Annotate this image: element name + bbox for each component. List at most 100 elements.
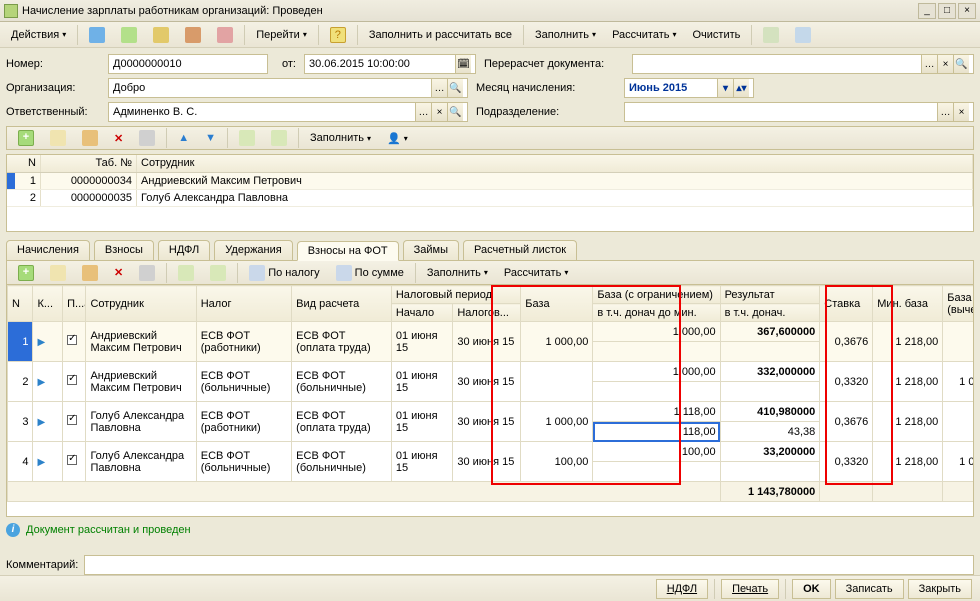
copy-row-icon[interactable] [43,263,73,283]
select-icon[interactable]: … [431,79,447,97]
tb-icon-3[interactable] [146,25,176,45]
help-button[interactable]: ? [323,25,353,45]
dropdown-icon[interactable]: ▾ [717,79,733,97]
col-donach[interactable]: в т.ч. донач до мин. [593,304,720,322]
col-start[interactable]: Начало [391,304,453,322]
col-result[interactable]: Результат [720,286,820,304]
col-p[interactable]: П...а... [63,286,86,322]
ndfl-button[interactable]: НДФЛ [656,579,708,599]
add-row-icon[interactable]: + [11,128,41,148]
refresh-icon[interactable] [132,263,162,283]
maximize-button[interactable]: □ [938,3,956,19]
delete-row-icon[interactable]: ✕ [107,263,130,283]
grid-fill-menu[interactable]: Заполнить▾ [420,263,495,283]
col-k[interactable]: К... [33,286,63,322]
up-icon[interactable]: ▲ [171,128,196,148]
row-check[interactable] [63,402,86,442]
tab-ndfl[interactable]: НДФЛ [158,240,210,260]
grid-row[interactable]: 1 ▶ Андриевский Максим Петрович ЕСВ ФОТ … [8,322,975,342]
print-button[interactable]: Печать [721,579,779,599]
col-minbase[interactable]: Мин. база [873,286,943,322]
refresh-icon[interactable] [132,128,162,148]
col-n[interactable]: N [7,155,41,172]
contributions-grid[interactable]: N К... П...а... Сотрудник Налог Вид расч… [6,285,974,517]
fill-calc-all-button[interactable]: Заполнить и рассчитать все [362,25,519,45]
by-sum-button[interactable]: По сумме [329,263,411,283]
org-field[interactable]: Добро … 🔍 [108,78,468,98]
select-icon[interactable]: … [415,103,431,121]
col-tabno[interactable]: Таб. № [41,155,137,172]
tb-icon-1[interactable] [82,25,112,45]
sort-za-icon[interactable] [203,263,233,283]
open-icon[interactable]: 🔍 [953,55,969,73]
add-row-icon[interactable]: + [11,263,41,283]
col-base[interactable]: База [521,286,593,322]
copy-row-icon[interactable] [43,128,73,148]
goto-menu[interactable]: Перейти▾ [249,25,314,45]
tb-icon-7[interactable] [788,25,818,45]
actions-menu[interactable]: Действия▾ [4,25,73,45]
open-icon[interactable]: 🔍 [447,103,463,121]
select-icon[interactable]: … [921,55,937,73]
table-row[interactable]: 1 0000000034 Андриевский Максим Петрович [7,173,973,190]
col-employee[interactable]: Сотрудник [137,155,973,172]
col-donach2[interactable]: в т.ч. донач. [720,304,820,322]
close-button[interactable]: × [958,3,976,19]
resp-field[interactable]: Админенко В. С. … × 🔍 [108,102,468,122]
col-rate[interactable]: Ставка [820,286,873,322]
grid-row[interactable]: 4 ▶ Голуб Александра Павловна ЕСВ ФОТ (б… [8,442,975,462]
minimize-button[interactable]: _ [918,3,936,19]
col-n[interactable]: N [8,286,33,322]
subdiv-field[interactable]: … × [624,102,974,122]
clear-icon[interactable]: × [953,103,969,121]
ok-button[interactable]: OK [792,579,831,599]
sort-az-icon[interactable] [232,128,262,148]
number-field[interactable]: Д0000000010 [108,54,268,74]
tab-charges[interactable]: Начисления [6,240,90,260]
tab-contributions-fot[interactable]: Взносы на ФОТ [297,241,399,261]
tb-icon-6[interactable] [756,25,786,45]
tb-icon-5[interactable] [210,25,240,45]
comment-field[interactable] [84,555,974,575]
clear-button[interactable]: Очистить [685,25,747,45]
fill-menu[interactable]: Заполнить▾ [528,25,603,45]
calendar-icon[interactable]: 🗓 [455,55,471,73]
col-emp[interactable]: Сотрудник [86,286,196,322]
selected-cell[interactable]: 118,00 [593,422,720,442]
recalc-field[interactable]: … × 🔍 [632,54,974,74]
table-row[interactable]: 2 0000000035 Голуб Александра Павловна [7,190,973,207]
edit-row-icon[interactable] [75,263,105,283]
sort-az-icon[interactable] [171,263,201,283]
edit-row-icon[interactable] [75,128,105,148]
employee-table[interactable]: N Таб. № Сотрудник 1 0000000034 Андриевс… [6,154,974,232]
row-check[interactable] [63,442,86,482]
write-button[interactable]: Записать [835,579,904,599]
row-check[interactable] [63,362,86,402]
grid-row[interactable]: 3 ▶ Голуб Александра Павловна ЕСВ ФОТ (р… [8,402,975,422]
grid-row[interactable]: 2 ▶ Андриевский Максим Петрович ЕСВ ФОТ … [8,362,975,382]
row-check[interactable] [63,322,86,362]
grid-calc-menu[interactable]: Рассчитать▾ [497,263,575,283]
tb-icon-4[interactable] [178,25,208,45]
clear-icon[interactable]: × [937,55,953,73]
sort-za-icon[interactable] [264,128,294,148]
col-period[interactable]: Налоговый период [391,286,520,304]
clear-icon[interactable]: × [431,103,447,121]
calc-menu[interactable]: Рассчитать▾ [605,25,683,45]
tb-icon-2[interactable] [114,25,144,45]
tab-contributions[interactable]: Взносы [94,240,154,260]
emp-fill-menu[interactable]: Заполнить▾ [303,128,378,148]
tab-loans[interactable]: Займы [403,240,459,260]
col-calc-type[interactable]: Вид расчета [292,286,392,322]
date-field[interactable]: 30.06.2015 10:00:00 🗓 [304,54,476,74]
tab-deductions[interactable]: Удержания [214,240,292,260]
col-base-limit[interactable]: База (с ограничением) [593,286,720,304]
select-icon[interactable]: … [937,103,953,121]
close-button[interactable]: Закрыть [908,579,972,599]
month-field[interactable]: Июнь 2015 ▾ ▴▾ [624,78,754,98]
open-icon[interactable]: 🔍 [447,79,463,97]
delete-row-icon[interactable]: ✕ [107,128,130,148]
person-icon[interactable]: 👤▾ [380,128,415,148]
down-icon[interactable]: ▼ [198,128,223,148]
by-tax-button[interactable]: По налогу [242,263,326,283]
